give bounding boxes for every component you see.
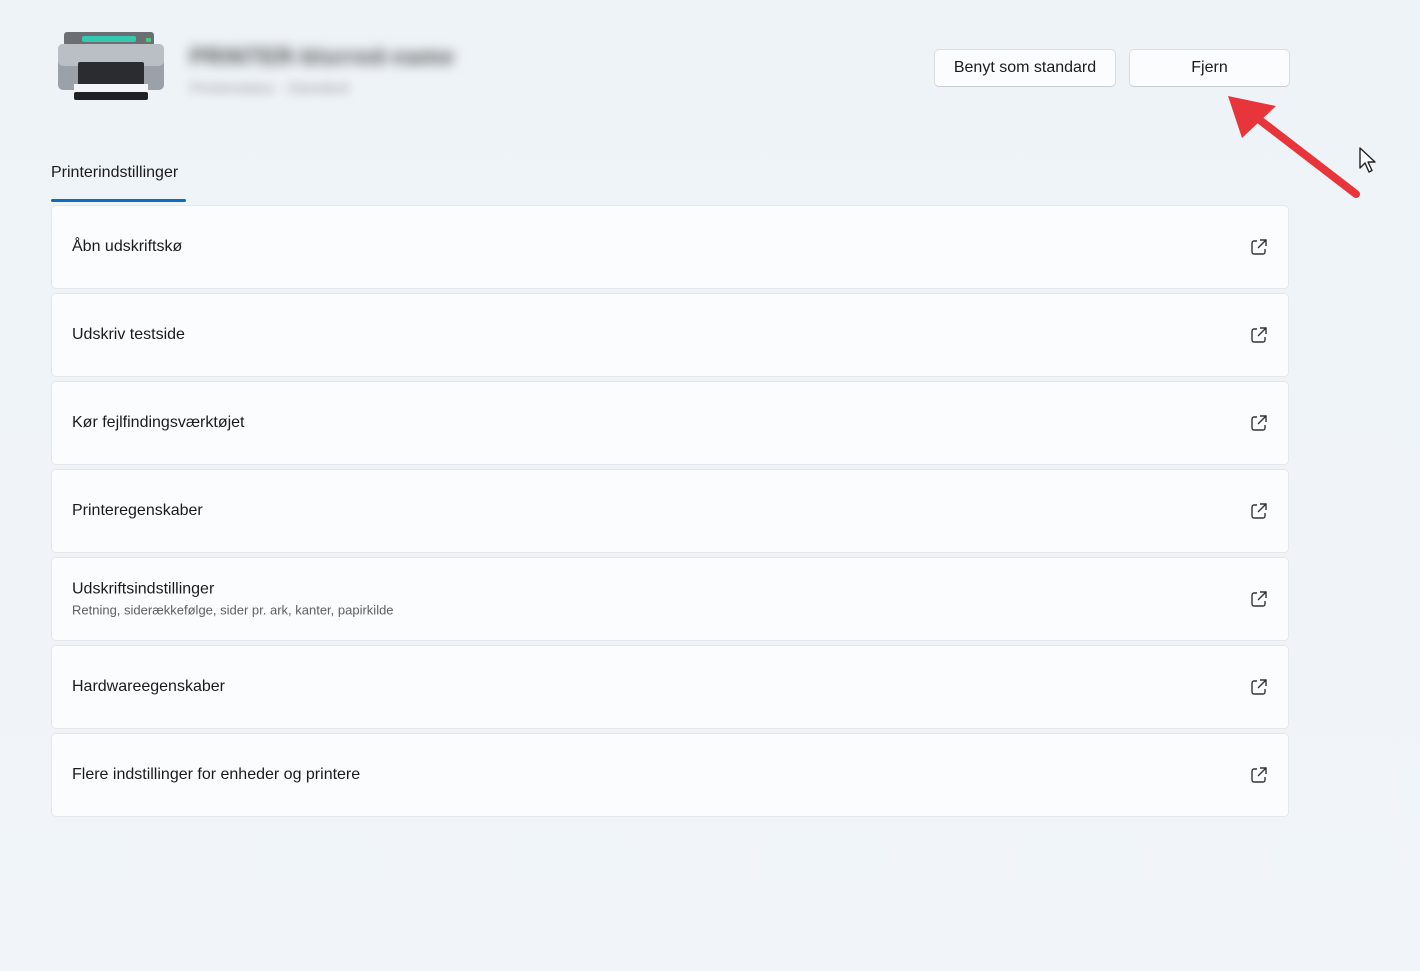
settings-item-label: Udskriv testside bbox=[72, 326, 185, 343]
tab-printer-settings[interactable]: Printerindstillinger bbox=[51, 164, 178, 182]
settings-item-troubleshooter[interactable]: Kør fejlfindingsværktøjet bbox=[51, 381, 1289, 465]
settings-item-label: Flere indstillinger for enheder og print… bbox=[72, 766, 361, 783]
settings-item-label: Kør fejlfindingsværktøjet bbox=[72, 414, 245, 431]
open-external-icon bbox=[1251, 239, 1267, 255]
open-external-icon bbox=[1251, 767, 1267, 783]
open-external-icon bbox=[1251, 591, 1267, 607]
settings-item-label: Hardwareegenskaber bbox=[72, 678, 225, 695]
printer-settings-page: PRINTER-blurred-name Printerstatus · Sta… bbox=[0, 0, 1420, 971]
printer-name: PRINTER-blurred-name bbox=[190, 44, 455, 69]
settings-item-hardware-properties[interactable]: Hardwareegenskaber bbox=[51, 645, 1289, 729]
settings-item-label: Printeregenskaber bbox=[72, 502, 203, 519]
settings-item-open-queue[interactable]: Åbn udskriftskø bbox=[51, 205, 1289, 289]
settings-item-printing-preferences[interactable]: Udskriftsindstillinger Retning, siderækk… bbox=[51, 557, 1289, 641]
settings-item-label: Udskriftsindstillinger bbox=[72, 580, 215, 598]
settings-item-description: Retning, siderækkefølge, sider pr. ark, … bbox=[72, 602, 394, 618]
settings-item-more-device-settings[interactable]: Flere indstillinger for enheder og print… bbox=[51, 733, 1289, 817]
printer-icon bbox=[58, 32, 164, 100]
settings-item-print-test-page[interactable]: Udskriv testside bbox=[51, 293, 1289, 377]
annotation-arrow-icon bbox=[1228, 96, 1360, 198]
open-external-icon bbox=[1251, 503, 1267, 519]
settings-list: Åbn udskriftskø Udskriv testside Kør fej… bbox=[51, 205, 1289, 821]
open-external-icon bbox=[1251, 327, 1267, 343]
remove-button[interactable]: Fjern bbox=[1129, 49, 1290, 87]
open-external-icon bbox=[1251, 415, 1267, 431]
settings-item-printer-properties[interactable]: Printeregenskaber bbox=[51, 469, 1289, 553]
tab-selected-indicator bbox=[51, 199, 186, 202]
open-external-icon bbox=[1251, 679, 1267, 695]
set-default-button[interactable]: Benyt som standard bbox=[934, 49, 1116, 87]
printer-status: Printerstatus · Standard bbox=[190, 80, 349, 97]
mouse-cursor-icon bbox=[1359, 147, 1376, 173]
printer-title-block: PRINTER-blurred-name Printerstatus · Sta… bbox=[190, 44, 550, 104]
settings-item-label: Åbn udskriftskø bbox=[72, 238, 183, 255]
